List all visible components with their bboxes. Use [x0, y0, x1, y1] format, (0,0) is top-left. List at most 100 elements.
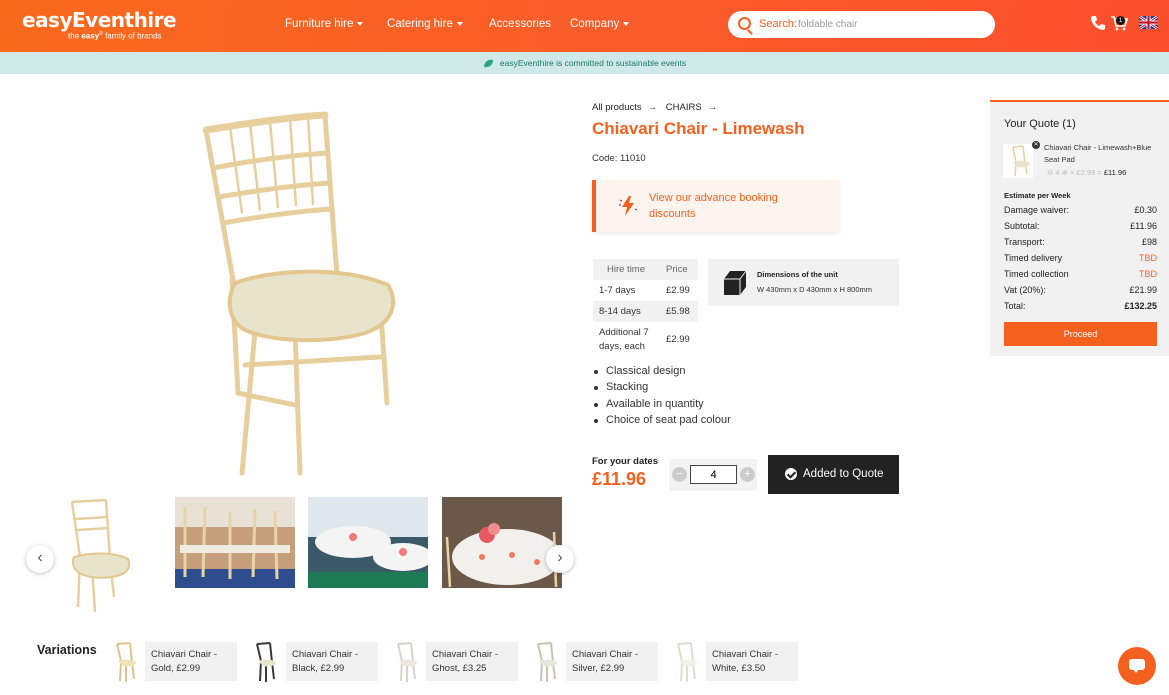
- logo-wordmark: easyEventhire: [22, 8, 177, 32]
- search-input[interactable]: [798, 16, 978, 33]
- variations-title: Variations: [37, 643, 97, 657]
- hire-price-table: Hire time Price 1-7 days £2.99 8-14 days…: [593, 259, 698, 358]
- quantity-increase-button[interactable]: +: [740, 467, 755, 482]
- arrow-right-icon: →: [707, 102, 718, 113]
- breadcrumb: All products → CHAIRS →: [592, 102, 723, 113]
- column-header: Price: [666, 264, 688, 275]
- variation-card-white[interactable]: Chiavari Chair - White, £3.50: [706, 642, 798, 681]
- remove-item-button[interactable]: ✕: [1032, 141, 1040, 149]
- chevron-right-icon: ›: [557, 549, 563, 566]
- quantity-decrease-button[interactable]: −: [672, 467, 687, 482]
- lightning-icon: [619, 196, 638, 216]
- column-header: Hire time: [607, 264, 646, 275]
- product-title: Chiavari Chair - Limewash: [592, 119, 805, 138]
- variation-image-gold[interactable]: [112, 641, 138, 683]
- chevron-down-icon: [357, 21, 364, 26]
- quote-item-name: Chiavari Chair - Limewash+Blue Seat Pad: [1044, 143, 1152, 164]
- table-row: 1-7 days £2.99: [593, 280, 698, 301]
- added-to-quote-label: Added to Quote: [803, 468, 884, 480]
- quote-row-subtotal: Subtotal: £11.96: [1004, 221, 1157, 231]
- quote-row-transport: Transport: £98: [1004, 237, 1157, 247]
- proceed-button[interactable]: Proceed: [1004, 322, 1157, 346]
- plus-icon[interactable]: ⊕: [1062, 168, 1068, 177]
- breadcrumb-chairs[interactable]: CHAIRS: [666, 102, 702, 113]
- quote-row-vat: Vat (20%): £21.99: [1004, 285, 1157, 295]
- gallery-next-button[interactable]: ›: [546, 545, 574, 573]
- chevron-down-icon: [456, 21, 463, 26]
- list-item: Classical design: [594, 363, 731, 379]
- nav-accessories[interactable]: Accessories: [489, 18, 551, 30]
- for-your-dates-label: For your dates: [592, 456, 658, 467]
- nav-catering-hire[interactable]: Catering hire: [387, 18, 463, 30]
- quantity-input[interactable]: [690, 465, 737, 484]
- table-header-row: Hire time Price: [593, 259, 698, 280]
- variation-image-ghost[interactable]: [393, 641, 419, 683]
- variation-card-ghost[interactable]: Chiavari Chair - Ghost, £3.25: [426, 642, 518, 681]
- advance-booking-discount-link[interactable]: View our advance booking discounts: [592, 180, 839, 232]
- gallery-prev-button[interactable]: ‹: [26, 545, 54, 573]
- estimate-label: Estimate per Week: [1004, 191, 1071, 200]
- leaf-icon: [483, 60, 493, 68]
- quote-row-timed-delivery: Timed delivery TBD: [1004, 253, 1157, 263]
- added-to-quote-button[interactable]: Added to Quote: [768, 455, 899, 494]
- variation-card-black[interactable]: Chiavari Chair - Black, £2.99: [286, 642, 378, 681]
- quantity-stepper: − +: [669, 459, 757, 491]
- table-row: 8-14 days £5.98: [593, 301, 698, 322]
- minus-icon[interactable]: ⊖: [1047, 168, 1053, 177]
- chat-button[interactable]: [1118, 647, 1156, 685]
- product-price: £11.96: [592, 469, 647, 489]
- chevron-down-icon: [623, 21, 630, 26]
- logo[interactable]: easyEventhire the easy® family of brands: [22, 8, 177, 41]
- hire-period: 1-7 days: [599, 285, 636, 296]
- variation-image-silver[interactable]: [533, 641, 559, 683]
- quote-item-total: £11.96: [1103, 168, 1127, 177]
- check-circle-icon: [785, 468, 797, 480]
- site-header: easyEventhire the easy® family of brands…: [0, 0, 1169, 52]
- hire-period: Additional 7 days, each: [599, 327, 649, 352]
- variation-image-white[interactable]: [673, 641, 699, 683]
- quote-item-image: [1003, 144, 1033, 178]
- product-main-image[interactable]: [190, 105, 410, 485]
- chevron-left-icon: ‹: [37, 549, 43, 566]
- quote-item-unit-price: £2.99: [1076, 168, 1096, 177]
- dimensions-value: W 430mm x D 430mm x H 800mm: [757, 285, 873, 294]
- quote-item-qty: 4: [1055, 168, 1060, 177]
- product-code: Code: 11010: [592, 153, 646, 164]
- nav-furniture-hire[interactable]: Furniture hire: [285, 18, 364, 30]
- dimensions-box: Dimensions of the unit W 430mm x D 430mm…: [708, 259, 899, 306]
- arrow-right-icon: →: [647, 102, 658, 113]
- hire-price: £2.99: [666, 334, 690, 345]
- quote-item-line: ⊖ 4 ⊕ × £2.99 = £11.96: [1047, 168, 1126, 177]
- nav-company[interactable]: Company: [570, 18, 630, 30]
- variation-image-black[interactable]: [252, 641, 278, 683]
- cart-count-badge: 1: [1116, 16, 1125, 25]
- quote-row-damage-waiver: Damage waiver: £0.30: [1004, 205, 1157, 215]
- close-icon: ✕: [1033, 142, 1039, 148]
- equals-sign: =: [1097, 168, 1102, 177]
- search-bar[interactable]: Search:: [728, 11, 995, 38]
- list-item: Stacking: [594, 379, 731, 395]
- feature-list: Classical design Stacking Available in q…: [594, 363, 731, 429]
- breadcrumb-all-products[interactable]: All products: [592, 102, 642, 113]
- quote-panel: Your Quote (1) ✕ Chiavari Chair - Limewa…: [990, 100, 1169, 356]
- variation-card-silver[interactable]: Chiavari Chair - Silver, £2.99: [566, 642, 658, 681]
- logo-tagline: the easy® family of brands: [68, 31, 162, 41]
- hire-price: £5.98: [666, 306, 690, 317]
- product-thumbnail-3[interactable]: [308, 497, 428, 588]
- hire-price: £2.99: [666, 285, 690, 296]
- quote-title: Your Quote (1): [1004, 118, 1076, 130]
- list-item: Choice of seat pad colour: [594, 412, 731, 428]
- sustainability-text: easyEventhire is committed to sustainabl…: [499, 58, 687, 68]
- table-row: Additional 7 days, each £2.99: [593, 322, 698, 358]
- sustainability-banner[interactable]: easyEventhire is committed to sustainabl…: [0, 52, 1169, 74]
- phone-icon[interactable]: [1089, 14, 1107, 32]
- quote-row-total: Total: £132.25: [1004, 301, 1157, 311]
- variation-card-gold[interactable]: Chiavari Chair - Gold, £2.99: [145, 642, 237, 681]
- product-thumbnail-2[interactable]: [175, 497, 295, 588]
- product-thumbnail-4[interactable]: [442, 497, 562, 588]
- list-item: Available in quantity: [594, 396, 731, 412]
- discount-text: View our advance booking discounts: [649, 192, 778, 220]
- uk-flag-icon[interactable]: [1139, 16, 1158, 29]
- product-thumbnail-1[interactable]: [40, 497, 140, 615]
- quote-row-timed-collection: Timed collection TBD: [1004, 269, 1157, 279]
